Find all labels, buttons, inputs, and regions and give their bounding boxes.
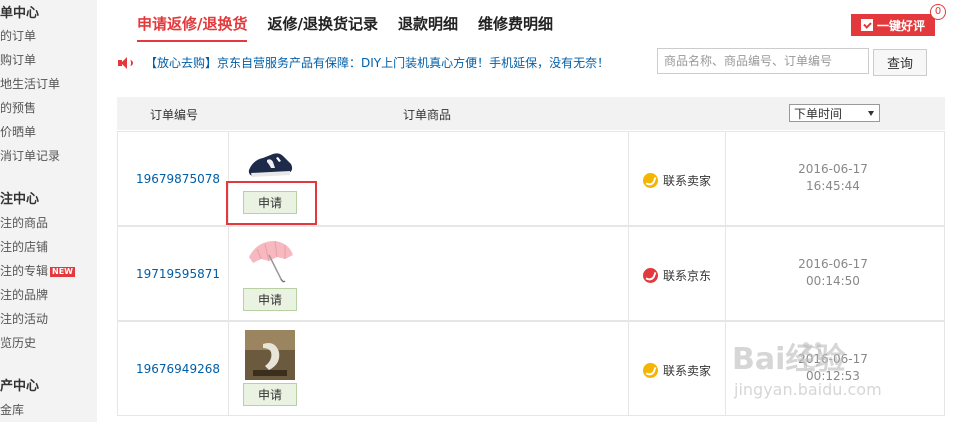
sidebar-item-cancelled-orders[interactable]: 消订单记录 <box>0 147 60 164</box>
sidebar-section-title-follows: 注中心 <box>0 192 40 207</box>
table-row: 19719595871 申请 联系京东 2016-06-17 00:14:50 <box>117 226 945 321</box>
sort-select-value: 下单时间 <box>794 106 843 121</box>
tab-repair-fee-details[interactable]: 维修费明细 <box>478 13 553 42</box>
sidebar-section-title-orders: 单中心 <box>0 6 40 21</box>
sidebar: 单中心 的订单 购订单 地生活订单 的预售 价晒单 消订单记录 注中心 注的商品… <box>0 0 97 422</box>
speaker-icon <box>117 56 133 69</box>
tab-return-records[interactable]: 返修/退换货记录 <box>267 13 377 42</box>
query-button[interactable]: 查询 <box>873 49 927 76</box>
apply-button[interactable]: 申请 <box>243 288 297 311</box>
sidebar-item-browse-history[interactable]: 览历史 <box>0 334 36 351</box>
sidebar-item-group-orders[interactable]: 购订单 <box>0 51 36 68</box>
sidebar-item-followed-brands[interactable]: 注的品牌 <box>0 286 48 303</box>
contact-label: 联系卖家 <box>663 174 712 188</box>
order-datetime: 2016-06-17 16:45:44 <box>758 161 908 195</box>
review-count-badge: 0 <box>930 4 946 20</box>
chat-icon <box>643 268 658 283</box>
order-datetime: 2016-06-17 00:12:53 <box>758 351 908 385</box>
table-row: 19676949268 申请 联系卖家 2016-06-17 00:12:53 <box>117 321 945 416</box>
sidebar-item-reviews[interactable]: 价晒单 <box>0 123 36 140</box>
order-time: 16:45:44 <box>806 179 860 193</box>
product-thumbnail-lamp[interactable] <box>245 330 295 380</box>
order-date: 2016-06-17 <box>798 352 868 366</box>
sidebar-item-presale[interactable]: 的预售 <box>0 99 36 116</box>
column-header-goods: 订单商品 <box>403 108 452 122</box>
sidebar-item-vault[interactable]: 金库 <box>0 401 24 418</box>
order-id-link[interactable]: 19719595871 <box>136 267 220 281</box>
chat-icon <box>643 363 658 378</box>
order-table: 订单编号 订单商品 下单时间 19679875078 申请 联系卖家 2016-… <box>117 97 945 427</box>
one-click-review-button[interactable]: 一键好评 <box>851 14 935 36</box>
search-input[interactable] <box>657 48 869 74</box>
dropdown-arrow-icon <box>868 111 874 116</box>
order-date: 2016-06-17 <box>798 162 868 176</box>
sidebar-item-followed-events[interactable]: 注的活动 <box>0 310 48 327</box>
sidebar-item-followed-products[interactable]: 注的商品 <box>0 214 48 231</box>
contact-jd-link[interactable]: 联系京东 <box>643 267 711 284</box>
tab-refund-details[interactable]: 退款明细 <box>398 13 458 42</box>
sidebar-item-followed-shops[interactable]: 注的店铺 <box>0 238 48 255</box>
sidebar-item-followed-albums[interactable]: 注的专辑 NEW <box>0 262 75 279</box>
notice-link[interactable]: 【放心去购】京东自营服务产品有保障：DIY上门装机真心方便！手机延保，没有无奈！ <box>145 54 609 71</box>
tab-apply-return[interactable]: 申请返修/退换货 <box>137 13 248 42</box>
apply-button[interactable]: 申请 <box>243 383 297 406</box>
chat-icon <box>643 173 658 188</box>
sidebar-item-local-life-orders[interactable]: 地生活订单 <box>0 75 60 92</box>
order-datetime: 2016-06-17 00:14:50 <box>758 256 908 290</box>
review-button-label: 一键好评 <box>876 18 925 33</box>
order-id-link[interactable]: 19679875078 <box>136 172 220 186</box>
column-header-order-no: 订单编号 <box>150 108 199 122</box>
notice-bar: 【放心去购】京东自营服务产品有保障：DIY上门装机真心方便！手机延保，没有无奈！ <box>117 54 609 71</box>
contact-seller-link[interactable]: 联系卖家 <box>643 362 711 379</box>
order-id-link[interactable]: 19676949268 <box>136 362 220 376</box>
product-thumbnail-umbrella[interactable] <box>245 235 295 285</box>
sort-select[interactable]: 下单时间 <box>789 104 880 122</box>
table-header: 订单编号 订单商品 下单时间 <box>117 97 945 130</box>
contact-label: 联系卖家 <box>663 364 712 378</box>
highlight-box <box>226 181 317 225</box>
order-date: 2016-06-17 <box>798 257 868 271</box>
sidebar-item-my-orders[interactable]: 的订单 <box>0 27 36 44</box>
sidebar-section-title-assets: 产中心 <box>0 379 40 394</box>
contact-seller-link[interactable]: 联系卖家 <box>643 172 711 189</box>
order-time: 00:12:53 <box>806 369 860 383</box>
checkbox-icon <box>860 19 873 31</box>
sidebar-item-label: 注的专辑 <box>0 264 49 278</box>
contact-label: 联系京东 <box>663 269 712 283</box>
tab-bar: 申请返修/退换货 返修/退换货记录 退款明细 维修费明细 <box>137 13 553 42</box>
order-time: 00:14:50 <box>806 274 860 288</box>
new-badge: NEW <box>50 267 75 277</box>
